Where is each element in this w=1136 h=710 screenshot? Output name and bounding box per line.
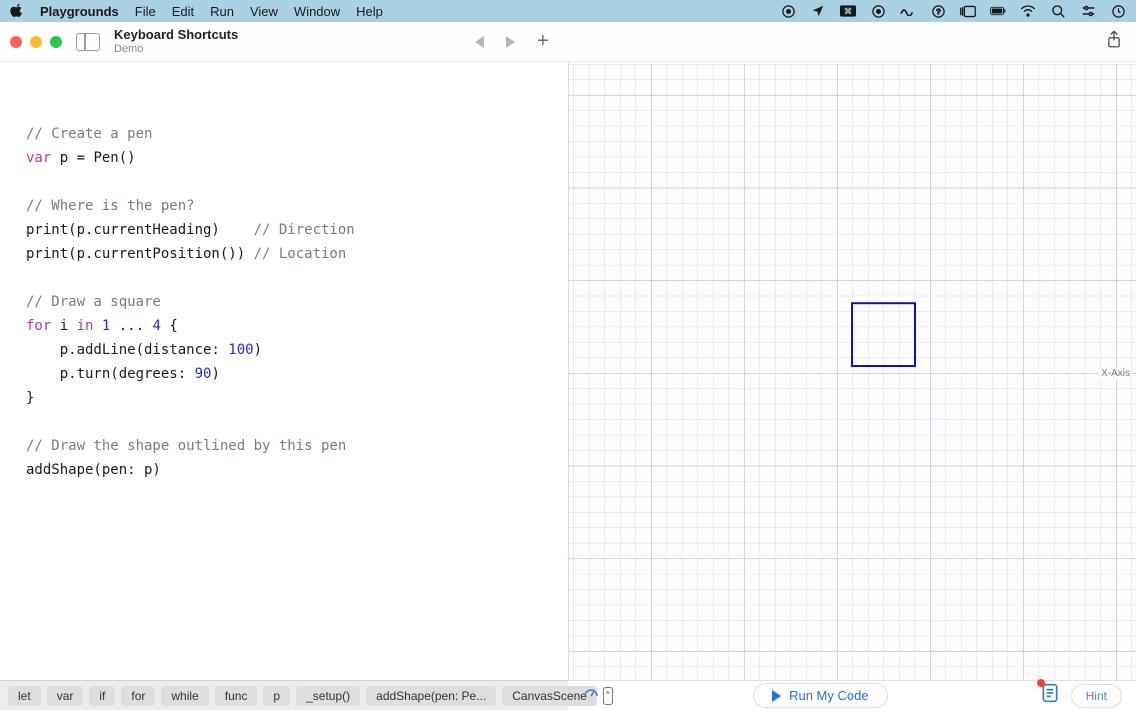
code-text: )	[211, 366, 219, 382]
suggestion-chip[interactable]: while	[161, 686, 208, 706]
close-window-button[interactable]	[10, 36, 22, 48]
notification-badge	[1037, 679, 1045, 687]
code-editor[interactable]: // Create a pen var p = Pen() // Where i…	[26, 122, 550, 482]
menu-help[interactable]: Help	[356, 4, 383, 19]
canvas-grid: X-Axis	[569, 62, 1136, 680]
code-number: 90	[195, 366, 212, 382]
clock-icon[interactable]	[1110, 3, 1126, 19]
code-text: print(p.currentPosition())	[26, 246, 254, 262]
record-icon[interactable]	[780, 3, 796, 19]
menu-window[interactable]: Window	[294, 4, 340, 19]
menu-file[interactable]: File	[135, 4, 156, 19]
location-icon[interactable]	[810, 3, 826, 19]
window-subtitle: Demo	[114, 43, 238, 55]
code-comment: // Draw a square	[26, 294, 161, 310]
speedometer-icon[interactable]	[582, 684, 600, 707]
suggestion-chip[interactable]: if	[89, 686, 115, 706]
code-text: addShape(pen: p)	[26, 462, 161, 478]
next-page-button[interactable]	[506, 36, 515, 48]
suggestion-chip[interactable]: var	[47, 686, 84, 706]
code-text: print(p.currentHeading)	[26, 222, 254, 238]
window-title: Keyboard Shortcuts	[114, 28, 238, 42]
run-my-code-button[interactable]: Run My Code	[753, 683, 887, 708]
x-axis-label: X-Axis	[1099, 368, 1132, 379]
results-icon[interactable]	[1041, 683, 1059, 708]
badge-icon[interactable]	[870, 3, 886, 19]
apple-icon[interactable]	[10, 3, 24, 20]
run-button-label: Run My Code	[789, 688, 868, 703]
app-name-menu[interactable]: Playgrounds	[40, 4, 119, 19]
suggestion-chip[interactable]: _setup()	[296, 686, 360, 706]
main-split: // Create a pen var p = Pen() // Where i…	[0, 62, 1136, 680]
code-editor-pane[interactable]: // Create a pen var p = Pen() // Where i…	[0, 62, 568, 680]
code-text: p.addLine(distance:	[26, 342, 228, 358]
window-toolbar: Keyboard Shortcuts Demo +	[0, 22, 1136, 62]
menu-run[interactable]: Run	[210, 4, 234, 19]
bottom-bar: let var if for while func p _setup() add…	[0, 680, 1136, 710]
live-view-controls: Run My Code Hint	[568, 680, 1136, 710]
suggestion-chip[interactable]: let	[8, 686, 41, 706]
zoom-window-button[interactable]	[50, 36, 62, 48]
suggestion-chip[interactable]: p	[263, 686, 290, 706]
prev-page-button[interactable]	[475, 36, 484, 48]
spotlight-icon[interactable]	[1050, 3, 1066, 19]
suggestion-chip[interactable]: for	[121, 686, 155, 706]
minimize-window-button[interactable]	[30, 36, 42, 48]
suggestion-chip[interactable]: func	[215, 686, 258, 706]
wifi-icon[interactable]	[1020, 3, 1036, 19]
menubar-status-icons: ⌘ ?	[780, 3, 1126, 19]
system-menubar: Playgrounds File Edit Run View Window He…	[0, 0, 1136, 22]
menu-view[interactable]: View	[250, 4, 278, 19]
page-nav-controls: +	[475, 30, 549, 53]
window-title-block: Keyboard Shortcuts Demo	[114, 28, 238, 54]
battery-icon[interactable]	[990, 3, 1006, 19]
svg-text:⌘: ⌘	[844, 7, 852, 16]
code-number: 4	[152, 318, 160, 334]
svg-text:?: ?	[936, 7, 940, 16]
code-comment: // Direction	[254, 222, 355, 238]
keyboard-layout-icon[interactable]: ⌘	[840, 3, 856, 19]
sidebar-toggle-icon[interactable]	[76, 33, 100, 51]
code-text: {	[161, 318, 178, 334]
add-page-button[interactable]: +	[537, 30, 549, 53]
share-button[interactable]	[1106, 30, 1122, 53]
control-center-icon[interactable]	[1080, 3, 1096, 19]
code-text: }	[26, 390, 34, 406]
code-comment: // Create a pen	[26, 126, 152, 142]
code-comment: // Location	[254, 246, 347, 262]
help-icon[interactable]: ?	[930, 3, 946, 19]
suggestion-chip[interactable]: addShape(pen: Pe...	[366, 686, 496, 706]
hint-button[interactable]: Hint	[1071, 684, 1122, 708]
menubar-left: Playgrounds File Edit Run View Window He…	[10, 3, 383, 20]
window-traffic-lights	[10, 36, 62, 48]
code-text: )	[254, 342, 262, 358]
code-keyword: var	[26, 150, 51, 166]
menu-edit[interactable]: Edit	[172, 4, 194, 19]
play-icon	[772, 690, 781, 702]
live-view-pane: X-Axis	[569, 62, 1136, 680]
code-comment: // Draw the shape outlined by this pen	[26, 438, 346, 454]
code-text: p.turn(degrees:	[26, 366, 195, 382]
code-number: 100	[228, 342, 253, 358]
code-comment: // Where is the pen?	[26, 198, 195, 214]
code-text: ...	[110, 318, 152, 334]
code-text: p = Pen()	[51, 150, 135, 166]
code-text	[93, 318, 101, 334]
code-keyword: for	[26, 318, 51, 334]
stage-manager-icon[interactable]	[960, 3, 976, 19]
code-keyword: in	[77, 318, 94, 334]
squiggle-icon[interactable]	[900, 3, 916, 19]
code-text: i	[51, 318, 76, 334]
code-suggestions-bar: let var if for while func p _setup() add…	[0, 680, 568, 710]
